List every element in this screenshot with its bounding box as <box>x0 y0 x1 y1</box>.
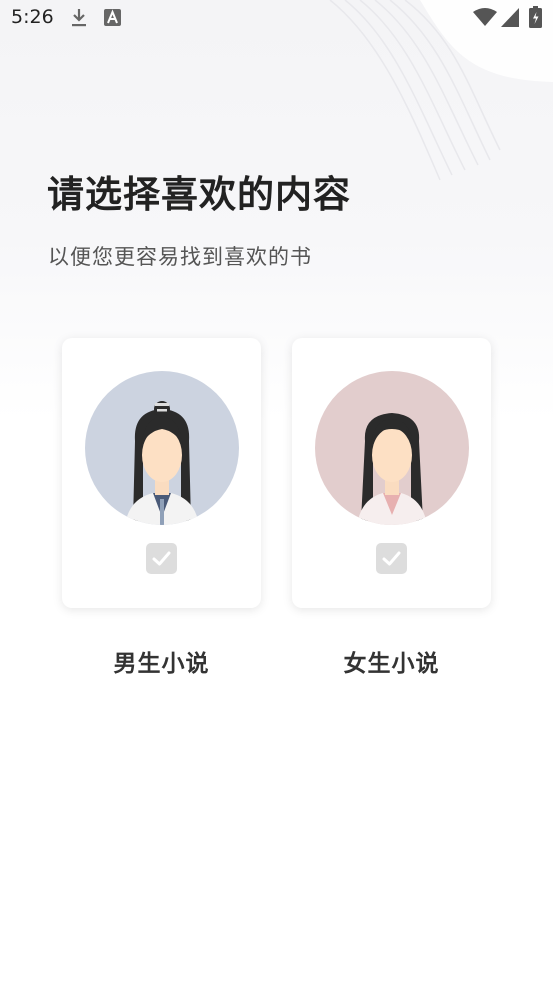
option-card-female[interactable] <box>292 338 491 608</box>
option-label-female[interactable]: 女生小说 <box>292 644 491 678</box>
battery-icon <box>529 6 542 32</box>
wifi-icon <box>473 8 497 31</box>
option-card-male[interactable] <box>62 338 261 608</box>
download-icon <box>70 8 88 32</box>
page-subtitle: 以便您更容易找到喜欢的书 <box>48 245 312 269</box>
signal-icon <box>501 8 519 31</box>
page-title: 请选择喜欢的内容 <box>47 173 351 216</box>
status-time: 5:26 <box>11 6 54 28</box>
check-icon <box>382 551 401 566</box>
status-bar: 5:26 <box>0 0 553 36</box>
checkbox-male[interactable] <box>146 543 177 574</box>
male-avatar-icon <box>85 371 239 525</box>
female-avatar-icon <box>315 371 469 525</box>
checkbox-female[interactable] <box>376 543 407 574</box>
option-label-male[interactable]: 男生小说 <box>62 644 261 678</box>
check-icon <box>152 551 171 566</box>
a-app-icon <box>104 9 121 30</box>
